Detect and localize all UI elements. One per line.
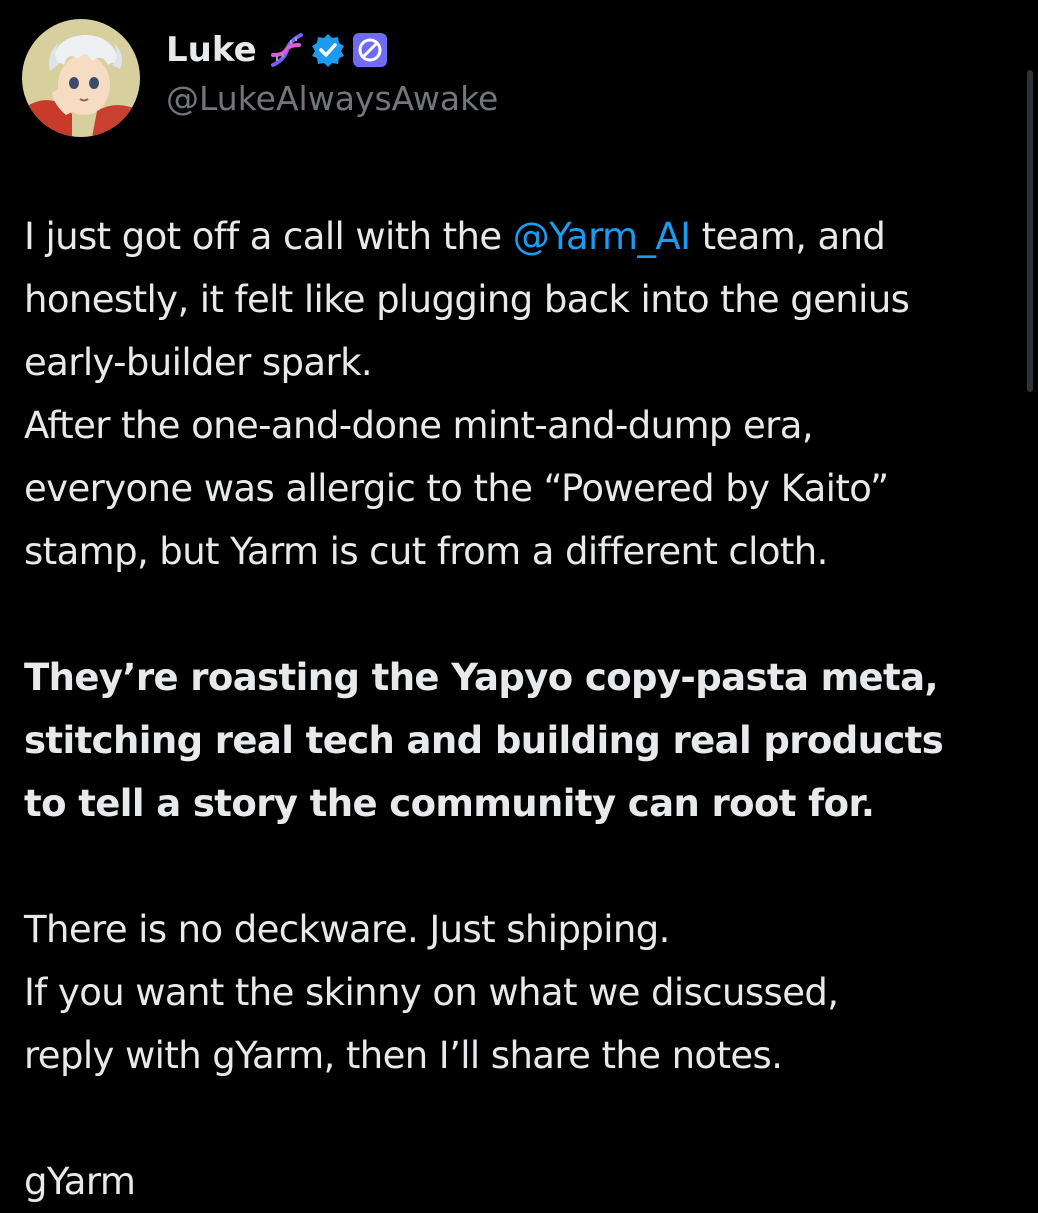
tweet-text: I just got off a call with the @Yarm_AI … — [24, 205, 1019, 1213]
text-line: There is no deckware. Just shipping. — [24, 908, 670, 951]
dna-emoji-icon — [267, 31, 305, 69]
text-line: honestly, it felt like plugging back int… — [24, 278, 910, 321]
text-line: reply with gYarm, then I’ll share the no… — [24, 1034, 783, 1077]
author-identity: Luke @LukeAlwaysAwake — [166, 25, 498, 118]
display-name[interactable]: Luke — [166, 30, 257, 70]
paragraph-1: I just got off a call with the @Yarm_AI … — [24, 205, 1019, 583]
author-handle[interactable]: @LukeAlwaysAwake — [166, 79, 498, 118]
text-line: I just got off a call with the @Yarm_AI … — [24, 205, 1019, 268]
scrollbar[interactable] — [1027, 70, 1033, 392]
affiliate-badge-icon[interactable] — [351, 31, 389, 69]
tweet-header: Luke @LukeAlwaysAwake — [22, 18, 498, 138]
text-line: After the one-and-done mint-and-dump era… — [24, 404, 814, 447]
avatar[interactable] — [22, 19, 140, 137]
verified-badge-icon[interactable] — [309, 31, 347, 69]
name-row: Luke — [166, 25, 498, 75]
text-line: everyone was allergic to the “Powered by… — [24, 467, 889, 510]
text-line: to tell a story the community can root f… — [24, 782, 875, 825]
text-line: gYarm — [24, 1160, 136, 1203]
paragraph-2-bold: They’re roasting the Yapyo copy-pasta me… — [24, 646, 1019, 835]
text-line: early-builder spark. — [24, 341, 373, 384]
text-segment: team, and — [690, 215, 886, 258]
text-segment: I just got off a call with the — [24, 215, 513, 258]
anime-avatar-icon — [22, 19, 140, 137]
paragraph-3: There is no deckware. Just shipping. If … — [24, 898, 1019, 1087]
text-line: They’re roasting the Yapyo copy-pasta me… — [24, 656, 939, 699]
text-line: stamp, but Yarm is cut from a different … — [24, 530, 828, 573]
mention-link[interactable]: @Yarm_AI — [513, 215, 691, 258]
paragraph-4: gYarm — [24, 1150, 1019, 1213]
text-line: stitching real tech and building real pr… — [24, 719, 944, 762]
text-line: If you want the skinny on what we discus… — [24, 971, 839, 1014]
